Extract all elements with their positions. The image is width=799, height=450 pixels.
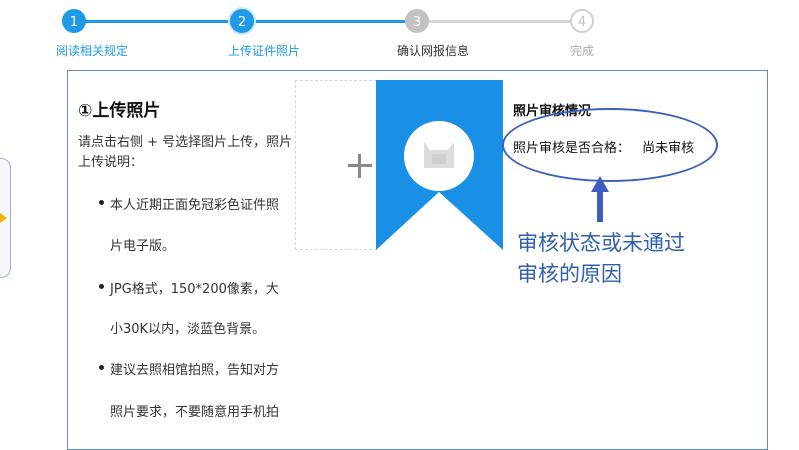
requirement-text: JPG格式，150*200像素，大 (110, 282, 279, 297)
annotation-line: 审核状态或未通过 (517, 231, 685, 255)
step-1-label: 阅读相关规定 (55, 44, 129, 58)
id-photo-placeholder-icon (376, 80, 503, 250)
plus-icon[interactable] (358, 154, 361, 178)
step-connector (417, 20, 582, 23)
requirement-text: 照片要求，不要随意用手机拍 (110, 405, 280, 420)
step-number: 4 (577, 15, 587, 30)
step-number: 1 (69, 15, 79, 30)
arrow-up-icon (591, 176, 609, 222)
bullet-icon (99, 365, 104, 370)
step-4-label: 完成 (569, 44, 595, 58)
progress-stepper: 1 2 3 4 阅读相关规定 上传证件照片 确认网报信息 完成 (0, 0, 799, 64)
bullet-icon (99, 284, 104, 289)
arrow-right-icon[interactable] (0, 213, 7, 223)
requirement-text: 小30K以内，淡蓝色背景。 (110, 322, 266, 337)
step-number: 3 (412, 15, 422, 30)
step-2-label: 上传证件照片 (227, 44, 301, 58)
requirement-text: 片电子版。 (110, 239, 176, 254)
step-number: 2 (237, 15, 247, 30)
step-4-circle: 4 (570, 9, 594, 33)
step-3-label: 确认网报信息 (396, 44, 470, 58)
annotation-ellipse (502, 108, 718, 182)
step-2-circle: 2 (230, 9, 254, 33)
requirement-text: 建议去照相馆拍照，告知对方 (110, 363, 280, 378)
step-3-circle: 3 (405, 9, 429, 33)
upload-instruction: 请点击右侧 + 号选择图片上传，照片上传说明： (78, 135, 293, 170)
step-connector (79, 20, 242, 23)
bullet-icon (99, 200, 104, 205)
upload-section-title: ①上传照片 (78, 101, 161, 121)
step-connector (242, 20, 417, 23)
annotation-text: 审核状态或未通过 审核的原因 (517, 228, 707, 290)
requirement-text: 本人近期正面免冠彩色证件照 (110, 198, 280, 213)
step-1-circle: 1 (62, 9, 86, 33)
annotation-line: 审核的原因 (517, 262, 622, 286)
